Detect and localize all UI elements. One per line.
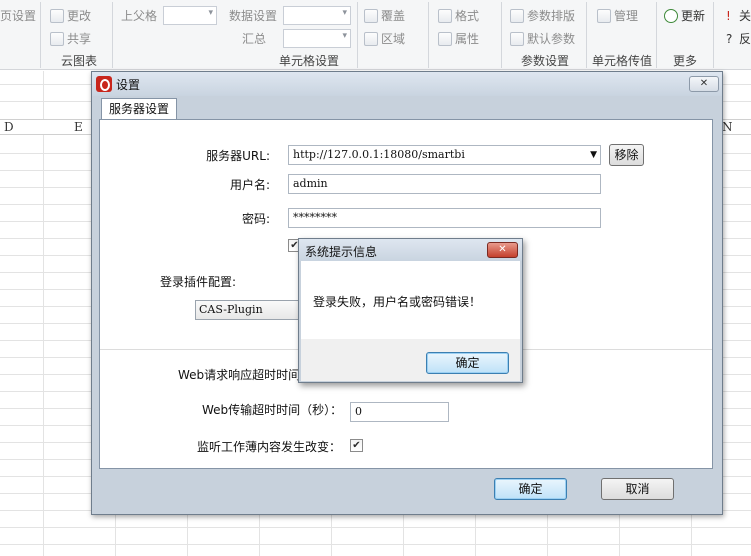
settings-cancel-button[interactable]: 取消 (601, 478, 674, 500)
settings-tabstrip: 服务器设置 (99, 98, 715, 120)
web-timeout-label: Web请求响应超时时间 (178, 368, 301, 382)
grid-line (43, 71, 44, 556)
smartbi-logo-icon (96, 76, 112, 92)
default-param-label: 默认参数 (527, 32, 576, 46)
refresh-label: 更新 (681, 9, 706, 23)
brush-icon (438, 9, 452, 23)
group-label-more: 更多 (672, 54, 697, 68)
monitor-workbook-label: 监听工作薄内容发生改变： (197, 440, 342, 454)
page-settings-button[interactable]: 页设置 (0, 6, 36, 26)
manage-label: 管理 (614, 9, 639, 23)
group-separator (656, 2, 657, 68)
username-label: 用户名: (229, 178, 270, 192)
cover-button[interactable]: 覆盖 (364, 6, 405, 26)
parent-cell-combo[interactable] (163, 6, 217, 25)
param-layout-button[interactable]: 参数排版 (510, 6, 575, 26)
manage-icon (597, 9, 611, 23)
server-url-label: 服务器URL: (206, 149, 270, 163)
group-label-cell-settings: 单元格设置 (278, 54, 339, 68)
close-ribbon-label: 关 (739, 9, 751, 23)
format-button[interactable]: 格式 (438, 6, 479, 26)
group-separator (713, 2, 714, 68)
default-param-icon (510, 32, 524, 46)
settings-title: 设置 (116, 78, 141, 92)
server-url-combobox[interactable]: http://127.0.0.1:18080/smartbi ▼ (288, 145, 601, 165)
alert-body: 登录失败，用户名或密码错误！ (301, 261, 520, 339)
group-separator (112, 2, 113, 68)
refresh-icon (664, 9, 678, 23)
property-icon (438, 32, 452, 46)
help-icon: ? (726, 32, 733, 46)
alert-title: 系统提示信息 (305, 245, 378, 259)
password-label: 密码: (241, 212, 270, 226)
change-label: 更改 (67, 9, 92, 23)
alert-ok-button[interactable]: 确定 (426, 352, 509, 374)
transfer-timeout-field[interactable]: 0 (350, 402, 449, 422)
alert-titlebar[interactable]: 系统提示信息 ✕ (299, 239, 522, 261)
property-button[interactable]: 属性 (438, 29, 479, 49)
password-field[interactable]: ******** (288, 208, 601, 228)
group-label-param-settings: 参数设置 (520, 54, 569, 68)
format-label: 格式 (455, 9, 480, 23)
param-layout-label: 参数排版 (527, 9, 576, 23)
grid-line (0, 527, 751, 528)
manage-button[interactable]: 管理 (597, 6, 638, 26)
summary-label: 汇总 (242, 32, 267, 46)
group-separator (501, 2, 502, 68)
layout-icon (510, 9, 524, 23)
alert-message: 登录失败，用户名或密码错误！ (313, 295, 482, 309)
system-alert-dialog: 系统提示信息 ✕ 登录失败，用户名或密码错误！ 确定 (298, 238, 523, 383)
login-plugin-select[interactable]: CAS-Plugin (195, 300, 305, 320)
alert-footer: 确定 (301, 339, 520, 381)
close-ribbon-button[interactable]: ! 关 (726, 6, 751, 26)
group-label-cloud-chart: 云图表 (60, 54, 97, 68)
group-separator (40, 2, 41, 68)
transfer-timeout-label: Web传输超时时间（秒）： (202, 403, 343, 417)
default-param-button[interactable]: 默认参数 (510, 29, 575, 49)
settings-close-button[interactable]: ✕ (689, 76, 719, 92)
monitor-workbook-checkbox[interactable]: ✔ (350, 439, 363, 452)
username-field[interactable]: admin (288, 174, 601, 194)
grid-line (0, 544, 751, 545)
region-icon (364, 32, 378, 46)
reverse-button[interactable]: ? 反 (726, 29, 751, 49)
refresh-button[interactable]: 更新 (664, 6, 705, 26)
settings-ok-button[interactable]: 确定 (494, 478, 567, 500)
region-button[interactable]: 区域 (364, 29, 405, 49)
info-icon: ! (726, 9, 731, 23)
edit-icon (50, 9, 64, 23)
group-separator (428, 2, 429, 68)
share-button[interactable]: 共享 (50, 29, 91, 49)
alert-close-button[interactable]: ✕ (487, 242, 518, 258)
data-settings-label: 数据设置 (229, 9, 278, 23)
parent-cell-label: 上父格 (121, 9, 158, 23)
cover-label: 覆盖 (381, 9, 406, 23)
settings-titlebar[interactable]: 设置 ✕ (92, 72, 722, 96)
change-button[interactable]: 更改 (50, 6, 91, 26)
reverse-label: 反 (739, 32, 751, 46)
login-plugin-label: 登录插件配置: (160, 275, 237, 289)
share-icon (50, 32, 64, 46)
remove-button[interactable]: 移除 (609, 144, 644, 166)
property-label: 属性 (455, 32, 480, 46)
page-settings-label: 页设置 (0, 9, 37, 23)
column-header-d[interactable]: D (4, 120, 14, 135)
summary-combo[interactable] (283, 29, 351, 48)
column-header-e[interactable]: E (74, 120, 83, 135)
column-header-n[interactable]: N (722, 120, 733, 135)
share-label: 共享 (67, 32, 92, 46)
cover-icon (364, 9, 378, 23)
data-settings-combo[interactable] (283, 6, 351, 25)
region-label: 区域 (381, 32, 406, 46)
tab-server-settings[interactable]: 服务器设置 (101, 98, 178, 120)
ribbon-toolbar: 页设置 更改 共享 云图表 上父格 数据设置 汇总 覆盖 区域 格式 属性 单元… (0, 0, 751, 70)
server-url-value: http://127.0.0.1:18080/smartbi (293, 148, 465, 161)
chevron-down-icon: ▼ (590, 150, 597, 160)
group-label-cell-pass: 单元格传值 (591, 54, 652, 68)
group-separator (586, 2, 587, 68)
